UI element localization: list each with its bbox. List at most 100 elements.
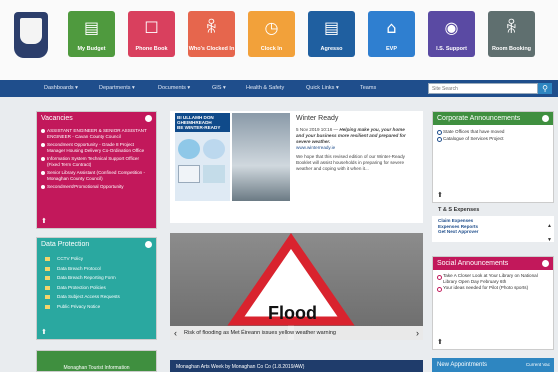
vacancy-item[interactable]: Information System Technical Support Off…	[37, 155, 156, 169]
poster-heading: BI ULLAMH DON GHEIMHREADH BE WINTER-READ…	[175, 113, 230, 132]
ts-expenses-link[interactable]: Get Next Approver	[438, 229, 548, 235]
corporate-header: Corporate Announcements	[433, 112, 553, 125]
bottom-banner[interactable]: Monaghan Arts Week by Monaghan Co Co (1.…	[170, 360, 423, 372]
tile-label: Agresso	[320, 46, 343, 52]
news-meta: 5 Nov 2019 10:16 —	[296, 127, 339, 132]
data-protection-header: Data Protection	[37, 238, 156, 251]
slider-next-icon[interactable]: ›	[416, 328, 419, 338]
vacancies-upload-icon[interactable]: ⬆	[41, 217, 47, 225]
vacancies-more-icon[interactable]	[145, 115, 152, 122]
social-item[interactable]: Your ideas needed for Pilot (Photo sport…	[433, 285, 553, 292]
corporate-upload-icon[interactable]: ⬆	[437, 191, 443, 199]
data-protection-more-icon[interactable]	[145, 241, 152, 248]
news-summary: 5 Nov 2019 10:16 — Helping make you, you…	[296, 127, 412, 172]
data-protection-item[interactable]: Data Protection Policies	[37, 283, 156, 293]
tourist-info-panel: Monaghan Tourist Information	[36, 350, 157, 372]
tile-label: Phone Book	[135, 46, 168, 52]
slider-prev-icon[interactable]: ‹	[174, 328, 177, 338]
social-more-icon[interactable]	[542, 260, 549, 267]
tile-label: Room Booking	[491, 46, 532, 52]
news-slider[interactable]: Flood Risk of flooding as Met Éireann is…	[170, 233, 423, 340]
rooms-icon: ꆜ	[505, 18, 518, 37]
data-protection-panel: Data Protection CCTV Policy Data Breach P…	[36, 237, 157, 340]
social-item[interactable]: Take A Closer Look at Your Library on Na…	[433, 273, 553, 285]
poster-umbrella-icon	[178, 139, 200, 159]
tile-rooms[interactable]: ꆜ Room Booking	[488, 11, 535, 57]
social-upload-icon[interactable]: ⬆	[437, 338, 443, 346]
flood-sign-text: Flood	[268, 303, 317, 323]
poster-car-icon	[203, 165, 225, 183]
ts-scroll-down-icon[interactable]: ▼	[547, 237, 552, 243]
slider-caption[interactable]: Risk of flooding as Met Éireann issues y…	[184, 330, 336, 336]
vacancies-header: Vacancies	[37, 112, 156, 125]
news-title[interactable]: Winter Ready	[296, 115, 338, 122]
people-icon: ꆜ	[205, 18, 218, 37]
vacancies-title: Vacancies	[41, 115, 73, 122]
data-protection-upload-icon[interactable]: ⬆	[41, 328, 47, 336]
corporate-item[interactable]: State Offices that have moved	[433, 128, 553, 135]
tile-agresso[interactable]: ▤ Agresso	[308, 11, 355, 57]
data-protection-item[interactable]: Data Breach Reporting Form	[37, 273, 156, 283]
corporate-more-icon[interactable]	[542, 115, 549, 122]
search-button[interactable]: ⚲	[538, 83, 552, 94]
news-link[interactable]: www.winterready.ie	[296, 145, 412, 151]
building-icon: ⌂	[386, 18, 397, 37]
corporate-title: Corporate Announcements	[437, 115, 521, 122]
support-icon: ◉	[444, 18, 459, 37]
nav-item-3[interactable]: GIS ▾	[212, 85, 226, 91]
header: ▤ My Budget ☐ Phone Book ꆜ Who's Clocked In ◷ C…	[0, 0, 558, 80]
poster-snow-icon	[203, 139, 225, 159]
current-vacancies-link[interactable]: Current Vac	[526, 362, 550, 367]
tile-building[interactable]: ⌂ EVP	[368, 11, 415, 57]
new-appointments-panel: New Appointments Current Vac	[432, 358, 554, 372]
tile-people[interactable]: ꆜ Who's Clocked In	[188, 11, 235, 57]
vacancies-panel: Vacancies ASSISTANT ENGINEER & SENIOR AS…	[36, 111, 157, 229]
agresso-icon: ▤	[323, 18, 340, 37]
ts-expenses-title: T & S Expenses	[438, 207, 480, 213]
poster-house-icon	[178, 165, 200, 183]
vacancy-item[interactable]: Secondment/Promotional Opportunity	[37, 183, 156, 191]
corporate-panel: Corporate Announcements State Offices th…	[432, 111, 554, 203]
nav-item-1[interactable]: Departments ▾	[99, 85, 135, 91]
budget-icon: ▤	[83, 18, 100, 37]
phonebook-icon: ☐	[144, 18, 159, 37]
tile-label: My Budget	[77, 46, 106, 52]
tile-label: EVP	[385, 46, 397, 52]
tile-budget[interactable]: ▤ My Budget	[68, 11, 115, 57]
data-protection-item[interactable]: Public Privacy Notice	[37, 302, 156, 312]
search-input[interactable]	[428, 83, 538, 94]
vacancy-item[interactable]: ASSISTANT ENGINEER & SENIOR ASSISTANT EN…	[37, 127, 156, 141]
data-protection-title: Data Protection	[41, 241, 90, 248]
tile-phonebook[interactable]: ☐ Phone Book	[128, 11, 175, 57]
nav-item-5[interactable]: Quick Links ▾	[306, 85, 339, 91]
vacancy-item[interactable]: Secondment Opportunity - Grade 8 Project…	[37, 141, 156, 155]
news-panel: BI ULLAMH DON GHEIMHREADH BE WINTER-READ…	[170, 111, 423, 223]
council-logo[interactable]	[14, 12, 48, 58]
news-text: We hope that this revised edition of our…	[296, 154, 405, 171]
corporate-item[interactable]: Catalogue of Services Project	[433, 135, 553, 142]
new-appointments-title: New Appointments	[437, 362, 488, 368]
data-protection-item[interactable]: Data Subject Access Requests	[37, 292, 156, 302]
ts-expenses-panel: T & S Expenses Claim Expenses Expenses Re…	[432, 207, 554, 247]
nav-item-2[interactable]: Documents ▾	[158, 85, 190, 91]
tile-label: I.S. Support	[436, 46, 467, 52]
tile-clock[interactable]: ◷ Clock In	[248, 11, 295, 57]
tile-support[interactable]: ◉ I.S. Support	[428, 11, 475, 57]
vacancy-item[interactable]: Senior Library Assistant (Confined Compe…	[37, 169, 156, 183]
social-header: Social Announcements	[433, 257, 553, 270]
nav-item-4[interactable]: Health & Safety	[246, 85, 284, 91]
nav-item-0[interactable]: Dashboards ▾	[44, 85, 78, 91]
social-panel: Social Announcements Take A Closer Look …	[432, 256, 554, 350]
data-protection-item[interactable]: Data Breach Protocol	[37, 264, 156, 274]
tourist-info-title: Monaghan Tourist Information	[63, 365, 130, 371]
slider-caption-bar: Risk of flooding as Met Éireann issues y…	[170, 326, 423, 340]
social-title: Social Announcements	[437, 260, 509, 267]
winter-ready-poster[interactable]: BI ULLAMH DON GHEIMHREADH BE WINTER-READ…	[175, 113, 230, 201]
ts-scroll-up-icon[interactable]: ▲	[547, 223, 552, 229]
bottom-banner-title: Monaghan Arts Week by Monaghan Co Co (1.…	[176, 364, 305, 370]
winter-road-image[interactable]	[232, 113, 290, 201]
tile-label: Who's Clocked In	[188, 46, 235, 52]
clock-icon: ◷	[264, 18, 279, 37]
nav-item-6[interactable]: Teams	[360, 85, 376, 91]
data-protection-item[interactable]: CCTV Policy	[37, 254, 156, 264]
